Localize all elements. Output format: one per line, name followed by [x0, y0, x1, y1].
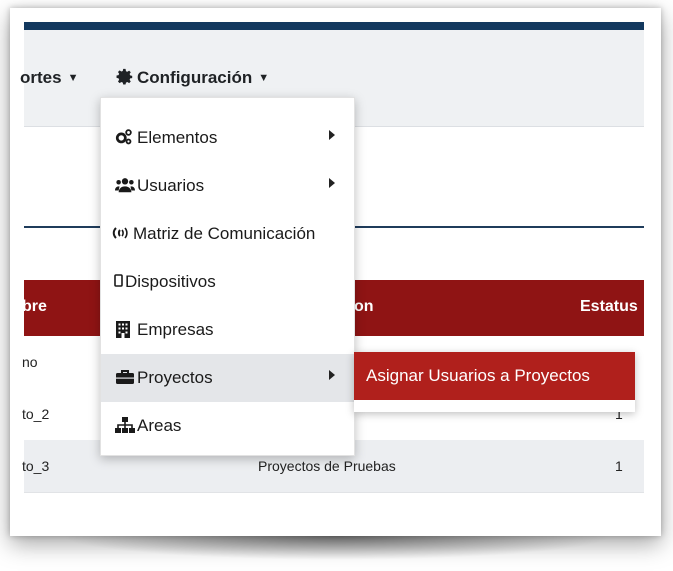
- nav-configuracion-label: Configuración: [137, 68, 253, 87]
- menu-item-label: Elementos: [137, 128, 218, 147]
- building-icon: [115, 320, 133, 338]
- menu-item-label: Empresas: [137, 320, 214, 339]
- nav-reportes[interactable]: ortes ▼: [20, 68, 78, 88]
- signal-icon: [111, 224, 129, 242]
- top-accent-bar: [24, 22, 644, 30]
- caret-down-icon: ▼: [67, 72, 79, 84]
- menu-item-empresas[interactable]: Empresas: [101, 306, 354, 354]
- config-dropdown-menu: Elementos Usuarios Matriz de Comunicació…: [100, 97, 355, 456]
- sitemap-icon: [115, 416, 135, 434]
- users-icon: [115, 176, 135, 194]
- menu-item-elementos[interactable]: Elementos: [101, 114, 354, 162]
- cell-descripcion: Proyectos de Pruebas: [258, 458, 396, 474]
- cell-estatus: 1: [615, 458, 623, 474]
- assign-users-projects-item[interactable]: Asignar Usuarios a Proyectos: [354, 352, 635, 400]
- submenu-item-label: Asignar Usuarios a Proyectos: [366, 366, 590, 385]
- header-descripcion: on: [354, 298, 374, 315]
- menu-item-label: Areas: [137, 416, 182, 435]
- gear-icon: [116, 68, 134, 91]
- caret-right-icon: [329, 178, 335, 188]
- menu-item-dispositivos[interactable]: Dispositivos: [101, 258, 354, 306]
- header-estatus: Estatus: [580, 298, 638, 315]
- briefcase-icon: [115, 368, 134, 386]
- menu-item-label: Dispositivos: [125, 272, 216, 291]
- menu-item-usuarios[interactable]: Usuarios: [101, 162, 354, 210]
- nav-reportes-label: ortes: [20, 68, 62, 87]
- menu-item-label: Usuarios: [137, 176, 205, 195]
- nav-configuracion[interactable]: Configuración ▼: [116, 68, 269, 91]
- caret-right-icon: [329, 130, 335, 140]
- cell-nombre: no: [22, 354, 38, 370]
- caret-right-icon: [329, 370, 335, 380]
- menu-item-matriz[interactable]: Matriz de Comunicación: [101, 210, 354, 258]
- header-nombre: bre: [22, 298, 47, 315]
- menu-item-areas[interactable]: Areas: [101, 402, 354, 450]
- frame-shadow: [60, 536, 613, 560]
- cogs-icon: [115, 128, 133, 146]
- caret-down-icon: ▼: [258, 72, 270, 84]
- menu-item-proyectos[interactable]: Proyectos: [101, 354, 354, 402]
- menu-item-label: Proyectos: [137, 368, 213, 387]
- proyectos-submenu: Asignar Usuarios a Proyectos: [354, 352, 635, 412]
- cell-nombre: to_3: [22, 458, 50, 474]
- cell-nombre: to_2: [22, 406, 50, 422]
- menu-item-label: Matriz de Comunicación: [133, 224, 316, 243]
